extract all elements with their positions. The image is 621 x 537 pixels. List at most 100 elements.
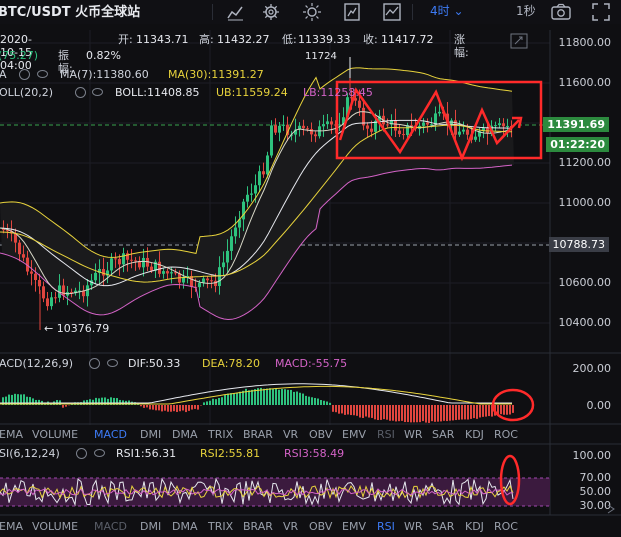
- tab-trix[interactable]: TRIX: [208, 428, 233, 441]
- interval-select[interactable]: 4时 ⌄: [430, 2, 464, 19]
- sun-theme-icon[interactable]: [303, 3, 321, 21]
- macd-value: MACD:-55.75: [275, 357, 348, 370]
- settings-gear-icon[interactable]: [262, 3, 280, 21]
- tab-vr[interactable]: VR: [283, 428, 298, 441]
- indicator-tabs-top: EMA VOLUME MACD DMI DMA TRIX BRAR VR OBV EMV RSI WR…: [0, 428, 550, 442]
- boll-settings-icon[interactable]: [75, 87, 86, 98]
- change-label: 涨幅:: [454, 33, 469, 59]
- rsi-tick: 50.00: [579, 485, 612, 498]
- tab-macd[interactable]: MACD: [94, 520, 127, 533]
- amplitude-value: 0.82%: [86, 49, 121, 62]
- high-value: 11432.27: [217, 33, 270, 46]
- macd-name: ACD(12,26,9): [0, 357, 74, 370]
- rsi3-value: RSI3:58.49: [284, 447, 345, 460]
- camera-icon[interactable]: [551, 3, 571, 21]
- low-marker-label: ← 10376.79: [44, 322, 110, 335]
- open-value: 11343.71: [136, 33, 189, 46]
- close-value: 11417.72: [381, 33, 434, 46]
- price-tick: 10600.00: [558, 276, 612, 289]
- current-price-tag: 11391.69: [543, 117, 609, 132]
- tab-roc[interactable]: ROC: [494, 520, 518, 533]
- tab-ema[interactable]: EMA: [0, 428, 23, 441]
- macd-settings-icon[interactable]: [89, 358, 100, 369]
- indicator-tabs-bottom: EMA VOLUME MACD DMI DMA TRIX BRAR VR OBV EMV RSI WR…: [0, 520, 550, 534]
- ma-visibility-icon[interactable]: [37, 70, 48, 78]
- macd-tick: 0.00: [586, 399, 612, 412]
- boll-ub-value: UB:11559.24: [216, 86, 288, 99]
- tab-ema[interactable]: EMA: [0, 520, 23, 533]
- macd-visibility-icon[interactable]: [107, 359, 118, 367]
- toolbar-divider: [412, 4, 413, 20]
- boll-name: OLL(20,2): [0, 86, 53, 99]
- tab-emv[interactable]: EMV: [342, 520, 366, 533]
- tab-trix[interactable]: TRIX: [208, 520, 233, 533]
- price-tick: 11800.00: [558, 36, 612, 49]
- tab-wr[interactable]: WR: [404, 428, 423, 441]
- ma30-value: MA(30):11391.27: [168, 68, 264, 81]
- low-value: 11339.33: [298, 33, 351, 46]
- tab-vr[interactable]: VR: [283, 520, 298, 533]
- high-label: 高:: [199, 33, 214, 46]
- tab-dmi[interactable]: DMI: [140, 428, 161, 441]
- interval-1s[interactable]: 1秒: [516, 2, 536, 19]
- price-tick: 11600.00: [558, 76, 612, 89]
- rsi-tick: 100.00: [572, 449, 612, 462]
- open-label: 开:: [118, 33, 133, 46]
- macd-tick: 200.00: [572, 362, 612, 375]
- tab-wr[interactable]: WR: [404, 520, 423, 533]
- kline-chart-canvas[interactable]: [0, 24, 621, 537]
- rsi-name: SI(6,12,24): [0, 447, 60, 460]
- toolbar-divider: [212, 4, 213, 20]
- tab-dma[interactable]: DMA: [172, 428, 198, 441]
- pane-scroll-icon[interactable]: [606, 503, 616, 515]
- top-toolbar: BTC/USDT 火币全球站 4时 ⌄ 1秒: [0, 0, 621, 24]
- high-marker-label: 11724: [305, 51, 337, 62]
- price-tick: 10400.00: [558, 316, 612, 329]
- fullscreen-icon[interactable]: [592, 3, 610, 21]
- low-label: 低:: [282, 33, 297, 46]
- tab-rsi[interactable]: RSI: [377, 428, 395, 441]
- ma-prefix: A: [0, 68, 7, 81]
- macd-dif: DIF:50.33: [128, 357, 181, 370]
- rsi2-value: RSI2:55.81: [200, 447, 261, 460]
- ma-settings-icon[interactable]: [19, 69, 30, 80]
- close-label: 收:: [363, 33, 378, 46]
- macd-histogram: [2, 387, 514, 423]
- boll-visibility-icon[interactable]: [92, 88, 103, 96]
- rsi-tick: 70.00: [579, 471, 612, 484]
- tab-kdj[interactable]: KDJ: [465, 520, 484, 533]
- rsi-visibility-icon[interactable]: [94, 449, 105, 457]
- expand-icon[interactable]: [510, 33, 528, 49]
- tab-sar[interactable]: SAR: [432, 520, 454, 533]
- bollinger-fill: [0, 67, 514, 320]
- change-value: (75.27): [0, 49, 39, 62]
- tab-brar[interactable]: BRAR: [243, 428, 273, 441]
- marker-price-tag: 10788.73: [548, 237, 609, 252]
- tab-dma[interactable]: DMA: [172, 520, 198, 533]
- countdown-tag: 01:22:20: [546, 137, 609, 152]
- trend-chart-icon[interactable]: [383, 3, 401, 21]
- rsi1-value: RSI1:56.31: [116, 447, 177, 460]
- tab-volume[interactable]: VOLUME: [32, 428, 78, 441]
- tab-volume[interactable]: VOLUME: [32, 520, 78, 533]
- tab-brar[interactable]: BRAR: [243, 520, 273, 533]
- candlestick-icon[interactable]: [226, 3, 244, 21]
- tab-sar[interactable]: SAR: [432, 428, 454, 441]
- tab-obv[interactable]: OBV: [309, 428, 332, 441]
- tab-rsi[interactable]: RSI: [377, 520, 395, 533]
- boll-lb-value: LB:11258.45: [303, 86, 373, 99]
- tab-emv[interactable]: EMV: [342, 428, 366, 441]
- tab-obv[interactable]: OBV: [309, 520, 332, 533]
- rsi-settings-icon[interactable]: [76, 448, 87, 459]
- tab-kdj[interactable]: KDJ: [465, 428, 484, 441]
- ma7-value: MA(7):11380.60: [60, 68, 149, 81]
- tab-dmi[interactable]: DMI: [140, 520, 161, 533]
- price-tick: 11000.00: [558, 196, 612, 209]
- price-tick: 11200.00: [558, 156, 612, 169]
- tab-macd[interactable]: MACD: [94, 428, 127, 441]
- pair-title[interactable]: BTC/USDT 火币全球站: [0, 1, 140, 20]
- indicator-icon[interactable]: [343, 3, 361, 21]
- boll-value: BOLL:11408.85: [115, 86, 200, 99]
- macd-dea: DEA:78.20: [202, 357, 260, 370]
- tab-roc[interactable]: ROC: [494, 428, 518, 441]
